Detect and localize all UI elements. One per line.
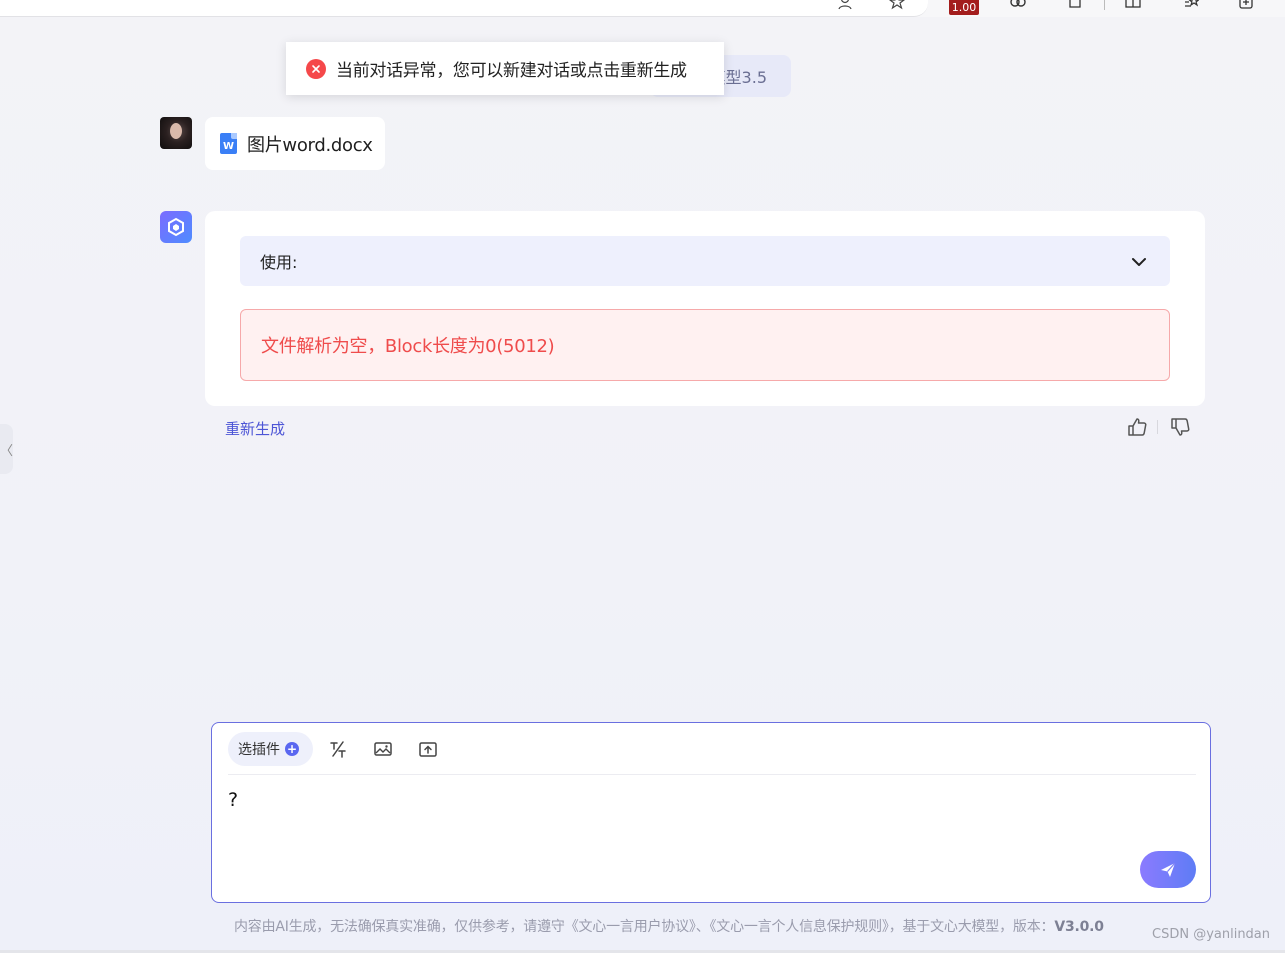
error-message: 文件解析为空，Block长度为0(5012) [261,336,555,357]
bot-response-card: 使用: 文件解析为空，Block长度为0(5012) [205,211,1205,406]
browser-toolbar: 1.00 [0,0,1285,17]
bookmark-icon[interactable] [889,0,905,10]
attached-file-card[interactable]: W 图片word.docx [205,117,385,170]
send-button[interactable] [1140,851,1196,888]
chevron-left-icon: 〈 [0,443,14,459]
sidebar-toggle[interactable]: 〈 [0,424,13,474]
extensions-icon[interactable] [1067,0,1083,10]
plugin-usage-bar[interactable]: 使用: [240,236,1170,286]
user-avatar [160,117,192,149]
disclaimer-text: 内容由AI生成，无法确保真实准确，仅供参考，请遵守《文心一言用户协议》、《文心一… [234,919,1055,935]
error-message-box: 文件解析为空，Block长度为0(5012) [240,309,1170,381]
copilot-icon[interactable] [1010,0,1026,10]
toolbar-divider [1104,0,1105,10]
text-tool-icon[interactable] [328,739,348,759]
address-bar[interactable] [0,0,928,17]
image-icon[interactable] [373,739,393,759]
message-composer: 选插件 + ? [211,722,1211,903]
bot-logo-icon [160,211,192,243]
feedback-divider [1157,420,1158,434]
disclaimer-footer: 内容由AI生成，无法确保真实准确，仅供参考，请遵守《文心一言用户协议》、《文心一… [234,916,1104,936]
composer-divider [228,774,1196,775]
close-circle-icon [306,58,326,79]
error-toast: 当前对话异常，您可以新建对话或点击重新生成 [286,42,724,95]
plugin-usage-label: 使用: [260,253,298,272]
version-label: V3.0.0 [1054,919,1104,935]
thumbs-down-icon[interactable] [1169,416,1191,438]
favorites-icon[interactable] [1183,0,1199,10]
upload-icon[interactable] [418,739,438,759]
word-file-icon: W [220,133,237,154]
person-icon[interactable] [837,0,853,10]
select-plugin-button[interactable]: 选插件 + [228,732,313,766]
csdn-watermark: CSDN @yanlindan [1152,927,1271,942]
select-plugin-label: 选插件 [238,742,280,758]
plus-icon: + [285,742,299,756]
message-input[interactable]: ? [228,789,1128,811]
zoom-badge[interactable]: 1.00 [949,0,979,15]
toast-message: 当前对话异常，您可以新建对话或点击重新生成 [336,61,687,81]
split-screen-icon[interactable] [1125,0,1141,10]
thumbs-up-icon[interactable] [1126,416,1148,438]
collections-icon[interactable] [1238,0,1254,10]
send-icon [1161,862,1176,877]
regenerate-button[interactable]: 重新生成 [225,418,285,439]
file-name: 图片word.docx [247,134,373,156]
chevron-down-icon[interactable] [1130,253,1148,271]
